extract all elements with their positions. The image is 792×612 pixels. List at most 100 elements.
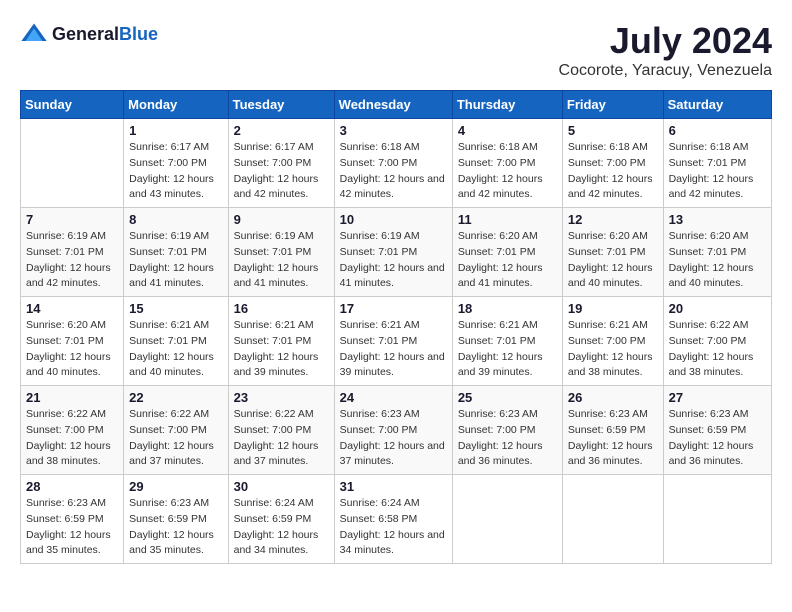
day-number: 16 [234,301,329,316]
sunrise-text: Sunrise: 6:24 AM [234,497,314,509]
sunset-text: Sunset: 7:01 PM [568,246,646,258]
day-number: 5 [568,123,658,138]
page-header: GeneralBlue July 2024 Cocorote, Yaracuy,… [20,20,772,80]
calendar-day-cell: 14 Sunrise: 6:20 AM Sunset: 7:01 PM Dayl… [21,297,124,386]
day-number: 15 [129,301,222,316]
daylight-text: Daylight: 12 hours and 37 minutes. [129,440,214,468]
logo-text-blue: Blue [119,24,158,44]
sunset-text: Sunset: 7:01 PM [26,246,104,258]
day-info: Sunrise: 6:19 AM Sunset: 7:01 PM Dayligh… [26,229,118,292]
main-title: July 2024 [559,20,772,62]
day-info: Sunrise: 6:23 AM Sunset: 6:59 PM Dayligh… [669,407,766,470]
daylight-text: Daylight: 12 hours and 42 minutes. [669,173,754,201]
day-number: 13 [669,212,766,227]
calendar-week-row: 28 Sunrise: 6:23 AM Sunset: 6:59 PM Dayl… [21,475,772,564]
calendar-day-cell: 1 Sunrise: 6:17 AM Sunset: 7:00 PM Dayli… [124,119,228,208]
sunset-text: Sunset: 6:59 PM [234,513,312,525]
sunrise-text: Sunrise: 6:19 AM [234,230,314,242]
day-number: 1 [129,123,222,138]
day-number: 8 [129,212,222,227]
day-info: Sunrise: 6:23 AM Sunset: 7:00 PM Dayligh… [458,407,557,470]
day-info: Sunrise: 6:21 AM Sunset: 7:01 PM Dayligh… [458,318,557,381]
sunset-text: Sunset: 7:00 PM [458,424,536,436]
day-of-week-header: Thursday [452,91,562,119]
calendar-day-cell: 27 Sunrise: 6:23 AM Sunset: 6:59 PM Dayl… [663,386,771,475]
day-number: 6 [669,123,766,138]
calendar-day-cell: 5 Sunrise: 6:18 AM Sunset: 7:00 PM Dayli… [562,119,663,208]
sunrise-text: Sunrise: 6:23 AM [129,497,209,509]
day-number: 14 [26,301,118,316]
calendar-day-cell: 9 Sunrise: 6:19 AM Sunset: 7:01 PM Dayli… [228,208,334,297]
calendar-week-row: 1 Sunrise: 6:17 AM Sunset: 7:00 PM Dayli… [21,119,772,208]
day-info: Sunrise: 6:22 AM Sunset: 7:00 PM Dayligh… [26,407,118,470]
day-number: 7 [26,212,118,227]
daylight-text: Daylight: 12 hours and 40 minutes. [669,262,754,290]
calendar-day-cell: 6 Sunrise: 6:18 AM Sunset: 7:01 PM Dayli… [663,119,771,208]
day-info: Sunrise: 6:22 AM Sunset: 7:00 PM Dayligh… [234,407,329,470]
logo-icon [20,20,48,48]
daylight-text: Daylight: 12 hours and 42 minutes. [568,173,653,201]
daylight-text: Daylight: 12 hours and 36 minutes. [568,440,653,468]
day-info: Sunrise: 6:21 AM Sunset: 7:00 PM Dayligh… [568,318,658,381]
daylight-text: Daylight: 12 hours and 41 minutes. [458,262,543,290]
daylight-text: Daylight: 12 hours and 39 minutes. [340,351,445,379]
sunset-text: Sunset: 7:00 PM [234,157,312,169]
day-number: 3 [340,123,447,138]
sunset-text: Sunset: 7:00 PM [568,335,646,347]
day-of-week-header: Friday [562,91,663,119]
sunrise-text: Sunrise: 6:20 AM [458,230,538,242]
calendar-day-cell: 22 Sunrise: 6:22 AM Sunset: 7:00 PM Dayl… [124,386,228,475]
daylight-text: Daylight: 12 hours and 37 minutes. [234,440,319,468]
daylight-text: Daylight: 12 hours and 36 minutes. [458,440,543,468]
sunset-text: Sunset: 7:01 PM [340,335,418,347]
day-info: Sunrise: 6:19 AM Sunset: 7:01 PM Dayligh… [129,229,222,292]
daylight-text: Daylight: 12 hours and 35 minutes. [129,529,214,557]
sunset-text: Sunset: 7:01 PM [129,246,207,258]
calendar-day-cell [663,475,771,564]
sunset-text: Sunset: 7:01 PM [234,335,312,347]
calendar-day-cell: 30 Sunrise: 6:24 AM Sunset: 6:59 PM Dayl… [228,475,334,564]
calendar-day-cell: 16 Sunrise: 6:21 AM Sunset: 7:01 PM Dayl… [228,297,334,386]
calendar-day-cell: 23 Sunrise: 6:22 AM Sunset: 7:00 PM Dayl… [228,386,334,475]
day-of-week-header: Sunday [21,91,124,119]
sunset-text: Sunset: 6:58 PM [340,513,418,525]
sunrise-text: Sunrise: 6:22 AM [234,408,314,420]
calendar-day-cell: 21 Sunrise: 6:22 AM Sunset: 7:00 PM Dayl… [21,386,124,475]
day-number: 10 [340,212,447,227]
daylight-text: Daylight: 12 hours and 39 minutes. [458,351,543,379]
subtitle: Cocorote, Yaracuy, Venezuela [559,62,772,80]
calendar-day-cell: 17 Sunrise: 6:21 AM Sunset: 7:01 PM Dayl… [334,297,452,386]
sunrise-text: Sunrise: 6:20 AM [26,319,106,331]
sunrise-text: Sunrise: 6:21 AM [129,319,209,331]
day-info: Sunrise: 6:21 AM Sunset: 7:01 PM Dayligh… [129,318,222,381]
sunset-text: Sunset: 7:00 PM [129,157,207,169]
day-info: Sunrise: 6:22 AM Sunset: 7:00 PM Dayligh… [129,407,222,470]
day-info: Sunrise: 6:19 AM Sunset: 7:01 PM Dayligh… [234,229,329,292]
day-number: 18 [458,301,557,316]
title-block: July 2024 Cocorote, Yaracuy, Venezuela [559,20,772,80]
sunset-text: Sunset: 7:00 PM [568,157,646,169]
daylight-text: Daylight: 12 hours and 41 minutes. [340,262,445,290]
sunrise-text: Sunrise: 6:20 AM [669,230,749,242]
sunset-text: Sunset: 7:01 PM [669,246,747,258]
daylight-text: Daylight: 12 hours and 42 minutes. [458,173,543,201]
calendar-day-cell: 15 Sunrise: 6:21 AM Sunset: 7:01 PM Dayl… [124,297,228,386]
calendar-day-cell: 24 Sunrise: 6:23 AM Sunset: 7:00 PM Dayl… [334,386,452,475]
logo: GeneralBlue [20,20,158,48]
calendar-day-cell [452,475,562,564]
day-number: 11 [458,212,557,227]
calendar-week-row: 7 Sunrise: 6:19 AM Sunset: 7:01 PM Dayli… [21,208,772,297]
day-info: Sunrise: 6:23 AM Sunset: 6:59 PM Dayligh… [129,496,222,559]
daylight-text: Daylight: 12 hours and 35 minutes. [26,529,111,557]
day-info: Sunrise: 6:18 AM Sunset: 7:00 PM Dayligh… [340,140,447,203]
sunrise-text: Sunrise: 6:21 AM [340,319,420,331]
day-info: Sunrise: 6:24 AM Sunset: 6:59 PM Dayligh… [234,496,329,559]
day-number: 9 [234,212,329,227]
daylight-text: Daylight: 12 hours and 42 minutes. [234,173,319,201]
sunrise-text: Sunrise: 6:21 AM [234,319,314,331]
sunrise-text: Sunrise: 6:23 AM [340,408,420,420]
calendar-day-cell: 11 Sunrise: 6:20 AM Sunset: 7:01 PM Dayl… [452,208,562,297]
day-info: Sunrise: 6:22 AM Sunset: 7:00 PM Dayligh… [669,318,766,381]
day-info: Sunrise: 6:20 AM Sunset: 7:01 PM Dayligh… [458,229,557,292]
calendar-day-cell: 20 Sunrise: 6:22 AM Sunset: 7:00 PM Dayl… [663,297,771,386]
